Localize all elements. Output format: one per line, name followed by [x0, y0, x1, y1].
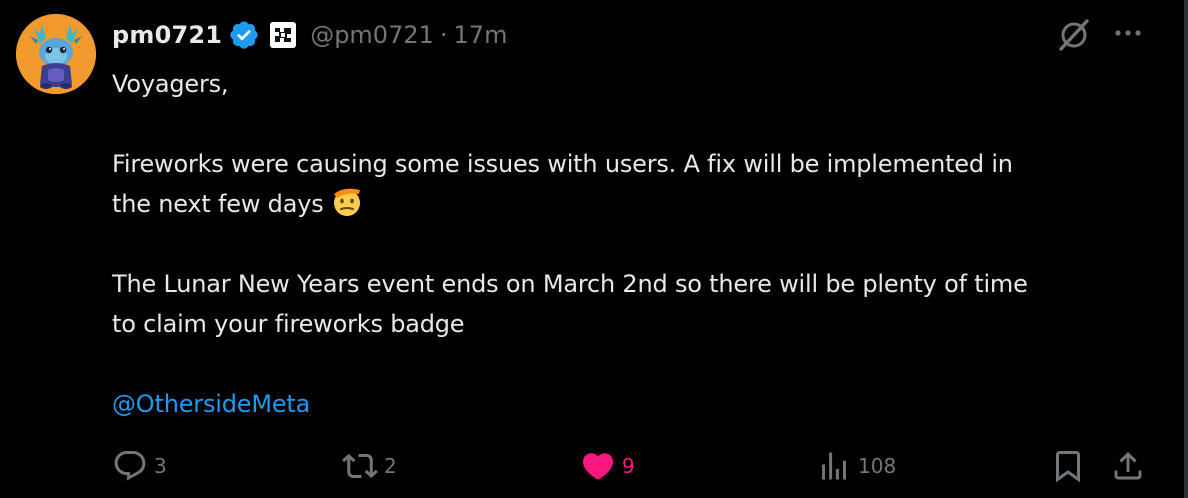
post-text-line: Fireworks were causing some issues with … [112, 150, 1013, 178]
reply-count: 3 [154, 454, 167, 478]
post-text-line: Voyagers, [112, 70, 229, 98]
repost-count: 2 [384, 454, 397, 478]
heart-icon [582, 453, 614, 480]
user-handle[interactable]: @pm0721 [310, 21, 434, 49]
reply-icon [114, 451, 146, 481]
saluting-face-icon [333, 188, 360, 216]
more-options-icon[interactable] [1110, 22, 1146, 44]
post-text-fragment: the next few days [112, 190, 324, 218]
post-timestamp[interactable]: 17m [454, 21, 508, 49]
share-icon [1114, 451, 1142, 480]
grok-icon[interactable] [1056, 15, 1092, 53]
mention-link[interactable]: @OthersideMeta [112, 390, 310, 418]
views-chart-icon [822, 452, 846, 480]
share-button[interactable] [1110, 446, 1146, 486]
timeline-border [1184, 0, 1188, 498]
creature-avatar-icon [16, 14, 96, 94]
affiliate-badge-icon[interactable] [270, 22, 297, 48]
bookmark-icon [1056, 451, 1080, 483]
like-button[interactable]: 9 [580, 446, 635, 486]
verified-badge-icon[interactable] [228, 19, 260, 51]
view-count: 108 [858, 454, 897, 478]
avatar[interactable] [16, 14, 96, 94]
reply-button[interactable]: 3 [112, 446, 167, 486]
like-count: 9 [622, 454, 635, 478]
post-text-line: The Lunar New Years event ends on March … [112, 270, 1028, 298]
repost-button[interactable]: 2 [342, 446, 397, 486]
post-body: Voyagers, Fireworks were causing some is… [112, 64, 1172, 424]
post-text-line: the next few days [112, 184, 1172, 224]
post-header: pm0721 @pm0721 · 17m [112, 16, 507, 54]
display-name[interactable]: pm0721 [112, 21, 222, 49]
repost-icon [342, 453, 378, 479]
post-text-line: to claim your fireworks badge [112, 310, 465, 338]
bookmark-button[interactable] [1050, 446, 1086, 486]
meta-separator: · [439, 21, 448, 49]
views-button[interactable]: 108 [816, 446, 896, 486]
